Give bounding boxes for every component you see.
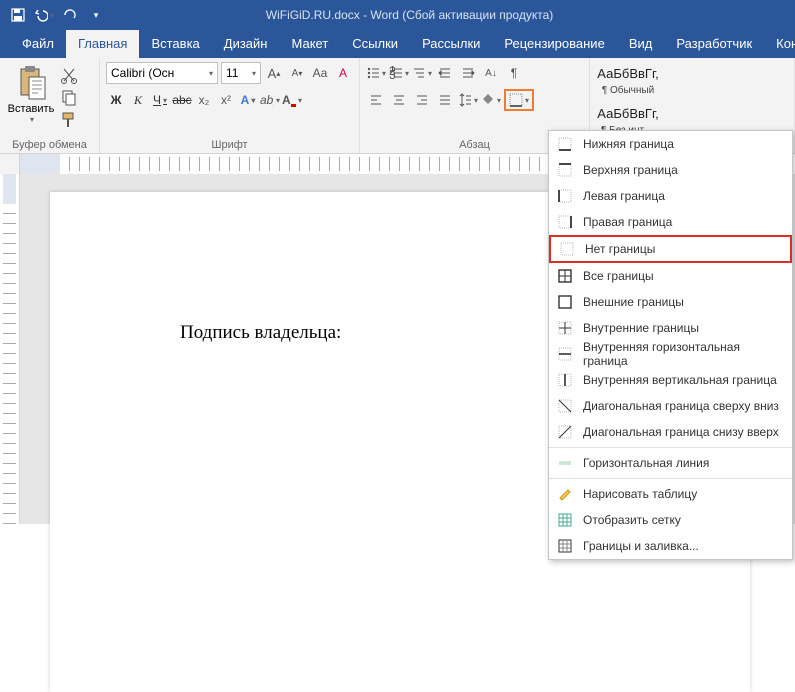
- indent-decrease-icon[interactable]: [435, 63, 455, 83]
- grow-font-icon[interactable]: A▴: [264, 63, 284, 83]
- quick-access-toolbar: ▾ ▾: [0, 3, 114, 27]
- redo-icon[interactable]: [58, 3, 82, 27]
- italic-button[interactable]: К: [128, 90, 148, 110]
- menu-item-label: Диагональная граница снизу вверх: [583, 425, 779, 439]
- borders-dropdown-menu: Нижняя граница Верхняя граница Левая грани…: [548, 130, 793, 560]
- align-right-icon[interactable]: [412, 90, 432, 110]
- qat-customize-icon[interactable]: ▾: [84, 3, 108, 27]
- menu-item-label: Горизонтальная линия: [583, 456, 709, 470]
- font-size-select[interactable]: 11▾: [221, 62, 261, 84]
- menu-item-label: Нарисовать таблицу: [583, 487, 697, 501]
- menu-item-b-inh[interactable]: Внутренняя горизонтальная граница: [549, 341, 792, 367]
- superscript-button[interactable]: x²: [216, 90, 236, 110]
- menu-item-b-out[interactable]: Внешние границы: [549, 289, 792, 315]
- tab-layout[interactable]: Макет: [279, 30, 340, 58]
- tab-view[interactable]: Вид: [617, 30, 665, 58]
- menu-item-label: Границы и заливка...: [583, 539, 699, 553]
- undo-icon[interactable]: ▾: [32, 3, 56, 27]
- menu-item-label: Диагональная граница сверху вниз: [583, 399, 779, 413]
- tab-insert[interactable]: Вставка: [139, 30, 211, 58]
- change-case-icon[interactable]: Aa: [310, 63, 330, 83]
- font-group: Calibri (Осн▾ 11▾ A▴ A▾ Aa A Ж К Ч▾ abc …: [100, 58, 360, 153]
- align-center-icon[interactable]: [389, 90, 409, 110]
- menu-item-b-in[interactable]: Внутренние границы: [549, 315, 792, 341]
- style-normal[interactable]: АаБбВвГг,¶ Обычный: [598, 63, 658, 99]
- menu-item-b-bottom[interactable]: Нижняя граница: [549, 131, 792, 157]
- highlight-icon[interactable]: ab▾: [260, 90, 280, 110]
- bold-button[interactable]: Ж: [106, 90, 126, 110]
- svg-text:3: 3: [389, 68, 396, 80]
- multilevel-icon[interactable]: ▾: [412, 63, 432, 83]
- indent-increase-icon[interactable]: [458, 63, 478, 83]
- text-effects-icon[interactable]: A▾: [238, 90, 258, 110]
- font-color-icon[interactable]: A▾: [282, 90, 302, 110]
- tab-review[interactable]: Рецензирование: [492, 30, 616, 58]
- clipboard-group: Вставить ▾ Буфер обмена: [0, 58, 100, 153]
- show-marks-icon[interactable]: ¶: [504, 63, 524, 83]
- menu-item-b-none[interactable]: Нет границы: [549, 235, 792, 263]
- menu-item-draw[interactable]: Нарисовать таблицу: [549, 481, 792, 507]
- numbering-icon[interactable]: 123▾: [389, 63, 409, 83]
- menu-item-b-top[interactable]: Верхняя граница: [549, 157, 792, 183]
- menu-item-grid[interactable]: Отобразить сетку: [549, 507, 792, 533]
- menu-item-label: Нет границы: [585, 242, 655, 256]
- paste-button[interactable]: Вставить ▾: [6, 61, 56, 129]
- shrink-font-icon[interactable]: A▾: [287, 63, 307, 83]
- justify-icon[interactable]: [435, 90, 455, 110]
- cut-icon[interactable]: [60, 67, 78, 85]
- line-spacing-icon[interactable]: ▾: [458, 90, 478, 110]
- tab-references[interactable]: Ссылки: [340, 30, 410, 58]
- subscript-button[interactable]: x₂: [194, 90, 214, 110]
- window-title: WiFiGiD.RU.docx - Word (Сбой активации п…: [114, 8, 705, 22]
- tab-home[interactable]: Главная: [66, 30, 139, 58]
- menu-item-hr[interactable]: Горизонтальная линия: [549, 450, 792, 476]
- menu-item-label: Внутренние границы: [583, 321, 699, 335]
- title-bar: ▾ ▾ WiFiGiD.RU.docx - Word (Сбой активац…: [0, 0, 795, 30]
- menu-item-label: Все границы: [583, 269, 654, 283]
- menu-item-label: Верхняя граница: [583, 163, 678, 177]
- menu-item-label: Отобразить сетку: [583, 513, 681, 527]
- copy-icon[interactable]: [60, 89, 78, 107]
- tab-design[interactable]: Дизайн: [212, 30, 280, 58]
- menu-item-label: Нижняя граница: [583, 137, 674, 151]
- menu-item-label: Левая граница: [583, 189, 665, 203]
- tab-more[interactable]: Кон: [764, 30, 795, 58]
- menu-item-dlg[interactable]: Границы и заливка...: [549, 533, 792, 559]
- bullets-icon[interactable]: ▾: [366, 63, 386, 83]
- menu-item-b-diag1[interactable]: Диагональная граница сверху вниз: [549, 393, 792, 419]
- shading-icon[interactable]: ▾: [481, 90, 501, 110]
- ribbon-tabs: Файл Главная Вставка Дизайн Макет Ссылки…: [0, 30, 795, 58]
- format-painter-icon[interactable]: [60, 111, 78, 129]
- tab-developer[interactable]: Разработчик: [664, 30, 764, 58]
- vertical-ruler[interactable]: [0, 174, 20, 524]
- strike-button[interactable]: abc: [172, 90, 192, 110]
- font-name-select[interactable]: Calibri (Осн▾: [106, 62, 218, 84]
- menu-item-label: Внешние границы: [583, 295, 684, 309]
- tab-mailings[interactable]: Рассылки: [410, 30, 492, 58]
- clear-format-icon[interactable]: A: [333, 63, 353, 83]
- sort-icon[interactable]: A↓: [481, 63, 501, 83]
- underline-button[interactable]: Ч▾: [150, 90, 170, 110]
- align-left-icon[interactable]: [366, 90, 386, 110]
- save-icon[interactable]: [6, 3, 30, 27]
- menu-item-b-left[interactable]: Левая граница: [549, 183, 792, 209]
- borders-button[interactable]: ▾: [504, 89, 534, 111]
- menu-item-b-all[interactable]: Все границы: [549, 263, 792, 289]
- menu-item-b-diag2[interactable]: Диагональная граница снизу вверх: [549, 419, 792, 445]
- tab-file[interactable]: Файл: [10, 30, 66, 58]
- menu-item-label: Правая граница: [583, 215, 672, 229]
- menu-item-b-right[interactable]: Правая граница: [549, 209, 792, 235]
- menu-item-label: Внутренняя горизонтальная граница: [583, 340, 784, 368]
- menu-item-b-inv[interactable]: Внутренняя вертикальная граница: [549, 367, 792, 393]
- menu-item-label: Внутренняя вертикальная граница: [583, 373, 777, 387]
